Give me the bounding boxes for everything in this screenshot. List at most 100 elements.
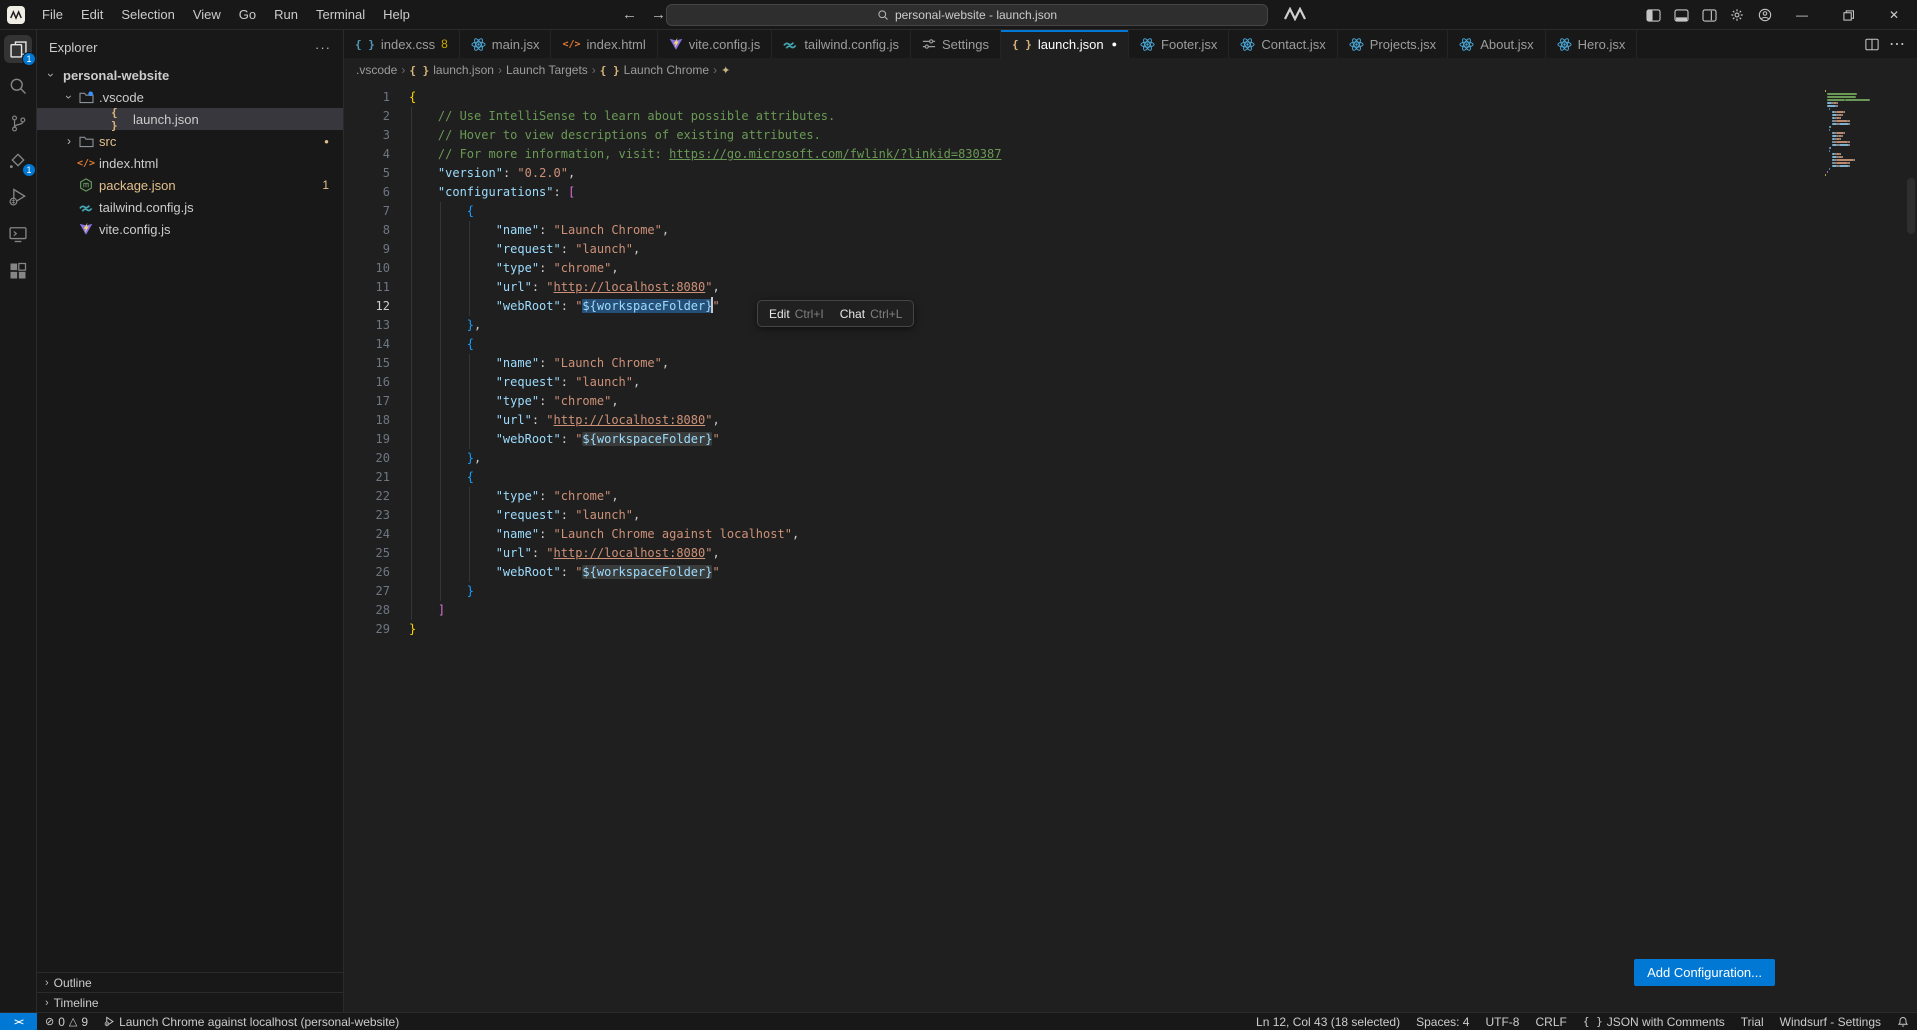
breadcrumb-item[interactable]: .vscode [356, 63, 397, 77]
code-line[interactable]: 5 "version": "0.2.0", [344, 164, 1917, 183]
code-line[interactable]: 29} [344, 620, 1917, 639]
nav-forward-icon[interactable]: → [651, 6, 666, 23]
tree-item--vscode[interactable]: ›.vscode [37, 86, 343, 108]
activity-cascade[interactable]: 1 [4, 146, 32, 174]
tab-index-html[interactable]: </>index.html [551, 30, 657, 58]
menu-view[interactable]: View [184, 0, 230, 30]
settings-gear-icon[interactable] [1723, 0, 1751, 30]
editor-more-actions-icon[interactable]: ⋯ [1889, 34, 1905, 54]
code-line[interactable]: 21 { [344, 468, 1917, 487]
tab-About-jsx[interactable]: About.jsx [1448, 30, 1545, 58]
minimap[interactable] [1825, 90, 1903, 177]
tree-item-launch-json[interactable]: { }launch.json [37, 108, 343, 130]
tab-Hero-jsx[interactable]: Hero.jsx [1546, 30, 1638, 58]
status-trial[interactable]: Trial [1733, 1013, 1772, 1030]
code-line[interactable]: 26 "webRoot": "${workspaceFolder}" [344, 563, 1917, 582]
toggle-secondary-sidebar-icon[interactable] [1695, 0, 1723, 30]
code-line[interactable]: 20 }, [344, 449, 1917, 468]
timeline-section[interactable]: › Timeline [37, 992, 343, 1012]
edit-tooltip-button[interactable]: EditCtrl+I [769, 307, 824, 321]
menu-help[interactable]: Help [374, 0, 419, 30]
code-line[interactable]: 28 ] [344, 601, 1917, 620]
tree-item-personal-website[interactable]: ›personal-website [37, 64, 343, 86]
code-line[interactable]: 22 "type": "chrome", [344, 487, 1917, 506]
status-spaces-4[interactable]: Spaces: 4 [1408, 1013, 1477, 1030]
menu-edit[interactable]: Edit [72, 0, 112, 30]
activity-source-control[interactable] [4, 109, 32, 137]
add-configuration-button[interactable]: Add Configuration... [1634, 959, 1775, 986]
editor-scrollbar[interactable] [1907, 178, 1915, 234]
account-icon[interactable] [1751, 0, 1779, 30]
breadcrumb-item[interactable]: { }launch.json [409, 63, 494, 77]
menu-file[interactable]: File [33, 0, 72, 30]
status-json-with-comments[interactable]: { }JSON with Comments [1575, 1013, 1733, 1030]
code-line[interactable]: 17 "type": "chrome", [344, 392, 1917, 411]
activity-remote[interactable] [4, 220, 32, 248]
tab-Settings[interactable]: Settings [911, 30, 1001, 58]
tab-main-jsx[interactable]: main.jsx [460, 30, 552, 58]
code-editor[interactable]: 1{2 // Use IntelliSense to learn about p… [344, 82, 1917, 1012]
explorer-more-actions-icon[interactable]: ··· [315, 40, 331, 55]
debug-launch-status[interactable]: Launch Chrome against localhost (persona… [96, 1013, 407, 1030]
close-button[interactable]: ✕ [1871, 0, 1917, 30]
tree-item-package-json[interactable]: package.json1 [37, 174, 343, 196]
code-line[interactable]: 23 "request": "launch", [344, 506, 1917, 525]
outline-section[interactable]: › Outline [37, 972, 343, 992]
menu-terminal[interactable]: Terminal [307, 0, 374, 30]
code-line[interactable]: 27 } [344, 582, 1917, 601]
activity-search[interactable] [4, 72, 32, 100]
notifications-bell-icon[interactable] [1889, 1013, 1917, 1030]
toggle-panel-icon[interactable] [1667, 0, 1695, 30]
breadcrumb-item[interactable]: ✦ [721, 64, 730, 77]
breadcrumb-item[interactable]: { }Launch Chrome [600, 63, 709, 77]
nav-back-icon[interactable]: ← [622, 6, 637, 23]
activity-explorer[interactable]: 1 [4, 35, 32, 63]
restore-button[interactable] [1825, 0, 1871, 30]
code-line[interactable]: 6 "configurations": [ [344, 183, 1917, 202]
code-line[interactable]: 11 "url": "http://localhost:8080", [344, 278, 1917, 297]
tree-item-tailwind-config-js[interactable]: tailwind.config.js [37, 196, 343, 218]
code-line[interactable]: 7 { [344, 202, 1917, 221]
tree-item-index-html[interactable]: </>index.html [37, 152, 343, 174]
status-ln-12-col-43-18-selected-[interactable]: Ln 12, Col 43 (18 selected) [1248, 1013, 1408, 1030]
tab-tailwind-config-js[interactable]: tailwind.config.js [772, 30, 911, 58]
code-line[interactable]: 3 // Hover to view descriptions of exist… [344, 126, 1917, 145]
tree-item-src[interactable]: ›src● [37, 130, 343, 152]
tab-Projects-jsx[interactable]: Projects.jsx [1338, 30, 1448, 58]
split-editor-icon[interactable] [1865, 38, 1879, 51]
code-line[interactable]: 4 // For more information, visit: https:… [344, 145, 1917, 164]
code-line[interactable]: 10 "type": "chrome", [344, 259, 1917, 278]
chat-tooltip-button[interactable]: ChatCtrl+L [840, 307, 903, 321]
code-line[interactable]: 18 "url": "http://localhost:8080", [344, 411, 1917, 430]
menu-go[interactable]: Go [230, 0, 265, 30]
code-line[interactable]: 24 "name": "Launch Chrome against localh… [344, 525, 1917, 544]
remote-indicator[interactable]: >< [0, 1013, 37, 1030]
code-line[interactable]: 14 { [344, 335, 1917, 354]
toggle-sidebar-icon[interactable] [1639, 0, 1667, 30]
activity-run-debug[interactable] [4, 183, 32, 211]
code-line[interactable]: 19 "webRoot": "${workspaceFolder}" [344, 430, 1917, 449]
code-line[interactable]: 1{ [344, 88, 1917, 107]
tab-Contact-jsx[interactable]: Contact.jsx [1229, 30, 1337, 58]
command-center-search[interactable]: personal-website - launch.json [666, 4, 1268, 26]
problems-status[interactable]: ⊘ 0 △ 9 [37, 1013, 96, 1030]
code-line[interactable]: 9 "request": "launch", [344, 240, 1917, 259]
tree-item-vite-config-js[interactable]: vite.config.js [37, 218, 343, 240]
menu-run[interactable]: Run [265, 0, 307, 30]
breadcrumb-item[interactable]: Launch Targets [506, 63, 588, 77]
menu-selection[interactable]: Selection [112, 0, 183, 30]
code-line[interactable]: 15 "name": "Launch Chrome", [344, 354, 1917, 373]
code-line[interactable]: 8 "name": "Launch Chrome", [344, 221, 1917, 240]
code-line[interactable]: 2 // Use IntelliSense to learn about pos… [344, 107, 1917, 126]
tab-index-css[interactable]: { }index.css8 [344, 30, 460, 58]
code-line[interactable]: 13 }, [344, 316, 1917, 335]
code-line[interactable]: 16 "request": "launch", [344, 373, 1917, 392]
tab-launch-json[interactable]: { }launch.json● [1001, 30, 1129, 58]
status-utf-8[interactable]: UTF-8 [1477, 1013, 1527, 1030]
tab-Footer-jsx[interactable]: Footer.jsx [1129, 30, 1229, 58]
status-crlf[interactable]: CRLF [1527, 1013, 1574, 1030]
code-line[interactable]: 25 "url": "http://localhost:8080", [344, 544, 1917, 563]
tab-vite-config-js[interactable]: vite.config.js [658, 30, 773, 58]
code-line[interactable]: 12 "webRoot": "${workspaceFolder}" [344, 297, 1917, 316]
status-windsurf-settings[interactable]: Windsurf - Settings [1772, 1013, 1889, 1030]
